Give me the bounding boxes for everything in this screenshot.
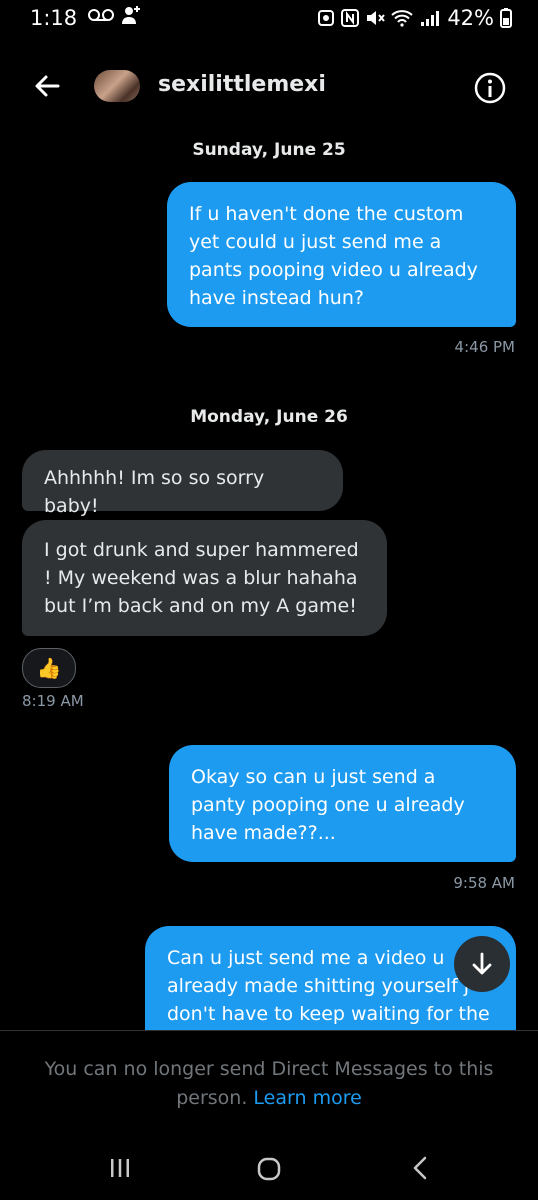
status-left-icons bbox=[88, 4, 142, 26]
message-bubble-incoming[interactable]: Ahhhhh! Im so so sorry baby! bbox=[22, 450, 343, 517]
message-text: Can u just send me a video u already mad… bbox=[167, 947, 490, 1025]
back-nav-icon[interactable] bbox=[408, 1155, 434, 1181]
scroll-to-bottom-button[interactable] bbox=[454, 936, 510, 992]
home-icon[interactable] bbox=[256, 1156, 282, 1182]
mute-icon bbox=[367, 11, 386, 25]
add-person-icon bbox=[122, 6, 140, 24]
message-text: If u haven't done the custom yet could u… bbox=[189, 203, 478, 309]
date-separator: Sunday, June 25 bbox=[192, 140, 346, 160]
thumbs-up-reaction[interactable]: 👍 bbox=[22, 648, 76, 688]
status-right-icons: 42% bbox=[317, 6, 512, 30]
info-button[interactable] bbox=[472, 70, 508, 106]
date-separator: Monday, June 26 bbox=[190, 407, 348, 427]
message-text: Ahhhhh! Im so so sorry baby! bbox=[44, 467, 265, 517]
wifi-icon bbox=[391, 10, 413, 27]
signal-icon bbox=[421, 11, 440, 26]
avatar[interactable] bbox=[94, 70, 140, 102]
status-time: 1:18 bbox=[30, 6, 78, 30]
message-bubble-outgoing[interactable]: Okay so can u just send a panty pooping … bbox=[169, 745, 516, 862]
message-text: Okay so can u just send a panty pooping … bbox=[191, 766, 465, 844]
thumbs-up-icon: 👍 bbox=[36, 656, 62, 680]
learn-more-link[interactable]: Learn more bbox=[253, 1087, 361, 1109]
message-bubble-incoming[interactable]: I got drunk and super hammered ! My week… bbox=[22, 520, 387, 636]
nfc-icon bbox=[341, 9, 360, 27]
message-text: I got drunk and super hammered ! My week… bbox=[44, 539, 359, 617]
info-icon bbox=[474, 72, 506, 104]
arrow-down-icon bbox=[472, 952, 492, 975]
battery-icon bbox=[500, 8, 512, 28]
battery-level: 42% bbox=[447, 6, 494, 30]
message-timestamp: 9:58 AM bbox=[453, 874, 515, 892]
dm-disabled-notice: You can no longer send Direct Messages t… bbox=[40, 1055, 498, 1113]
voicemail-icon bbox=[88, 9, 114, 21]
footer-divider bbox=[0, 1030, 538, 1031]
recent-apps-icon[interactable] bbox=[108, 1156, 132, 1180]
message-timestamp: 8:19 AM bbox=[22, 692, 84, 710]
back-button[interactable] bbox=[30, 68, 66, 104]
message-bubble-outgoing[interactable]: If u haven't done the custom yet could u… bbox=[167, 182, 516, 327]
home-lock-icon bbox=[318, 10, 335, 26]
message-timestamp: 4:46 PM bbox=[454, 338, 515, 356]
conversation-username[interactable]: sexilittlemexi bbox=[158, 72, 326, 97]
arrow-left-icon bbox=[35, 75, 60, 97]
